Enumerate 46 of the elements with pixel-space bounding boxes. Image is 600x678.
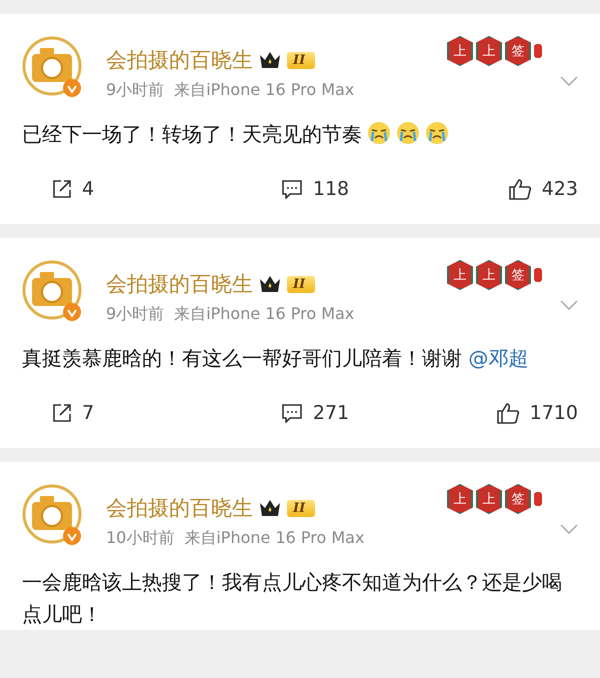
chevron-down-icon[interactable] bbox=[560, 300, 578, 310]
crown-icon bbox=[259, 51, 281, 69]
chevron-down-icon[interactable] bbox=[560, 524, 578, 534]
repost-icon bbox=[52, 179, 72, 199]
post-text: 真挺羡慕鹿晗的！有这么一帮好哥们儿陪着！谢谢 bbox=[22, 346, 463, 370]
crown-icon bbox=[259, 499, 281, 517]
crown-icon bbox=[259, 275, 281, 293]
lantern-icon bbox=[534, 490, 542, 508]
repost-icon bbox=[52, 403, 72, 423]
post-time: 9小时前 bbox=[106, 304, 164, 325]
fortune-badge: 签 bbox=[505, 484, 531, 514]
repost-button[interactable]: 7 bbox=[52, 402, 94, 424]
post-source: 来自iPhone 16 Pro Max bbox=[174, 304, 354, 325]
thumbs-up-icon bbox=[508, 178, 532, 200]
post-text: 一会鹿晗该上热搜了！我有点儿心疼不知道为什么？还是少喝点儿吧！ bbox=[22, 570, 562, 626]
comment-button[interactable]: 271 bbox=[280, 402, 350, 424]
like-button[interactable]: 423 bbox=[508, 178, 578, 200]
post-time: 9小时前 bbox=[106, 80, 164, 101]
fortune-badge: 上 bbox=[447, 36, 473, 66]
crying-face-icon bbox=[367, 121, 391, 145]
comment-icon bbox=[280, 179, 303, 199]
post-source: 来自iPhone 16 Pro Max bbox=[184, 528, 364, 549]
crying-face-icon bbox=[425, 121, 449, 145]
fortune-badge: 上 bbox=[447, 484, 473, 514]
level-badge: II bbox=[287, 276, 316, 292]
comment-button[interactable]: 118 bbox=[280, 178, 350, 200]
post-source: 来自iPhone 16 Pro Max bbox=[174, 80, 354, 101]
thumbs-up-icon bbox=[496, 402, 520, 424]
comment-icon bbox=[280, 403, 303, 423]
fortune-badge: 签 bbox=[505, 260, 531, 290]
fortune-badge: 签 bbox=[505, 36, 531, 66]
lantern-icon bbox=[534, 266, 542, 284]
lantern-icon bbox=[534, 42, 542, 60]
level-badge: II bbox=[287, 52, 316, 68]
fortune-badge: 上 bbox=[476, 260, 502, 290]
chevron-down-icon[interactable] bbox=[560, 76, 578, 86]
fortune-badge: 上 bbox=[476, 484, 502, 514]
fortune-badge: 上 bbox=[447, 260, 473, 290]
post-time: 10小时前 bbox=[106, 528, 174, 549]
level-badge: II bbox=[287, 500, 316, 516]
repost-button[interactable]: 4 bbox=[52, 178, 94, 200]
like-button[interactable]: 1710 bbox=[496, 402, 578, 424]
mention-link[interactable]: @邓超 bbox=[468, 346, 528, 370]
post-text: 已经下一场了！转场了！天亮见的节奏 bbox=[22, 122, 362, 146]
fortune-badge: 上 bbox=[476, 36, 502, 66]
crying-face-icon bbox=[396, 121, 420, 145]
